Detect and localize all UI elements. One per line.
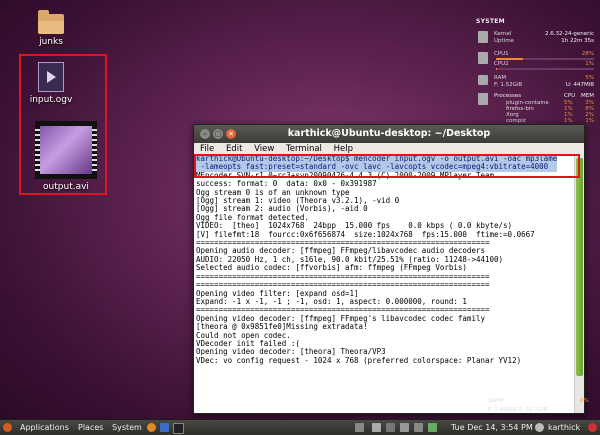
swap-label: SWAP xyxy=(488,398,504,404)
ram-label: RAM xyxy=(494,75,507,81)
cpu2-bar xyxy=(496,68,594,70)
system-menu[interactable]: System xyxy=(112,420,142,435)
desktop-icon-junks[interactable]: junks xyxy=(16,10,86,47)
ram-free: F: 1.52GiB xyxy=(494,82,523,88)
cpu1-label: CPU1 xyxy=(494,51,509,57)
pencil-icon[interactable] xyxy=(355,423,364,432)
ram-used: U: 447MiB xyxy=(565,82,594,88)
scrollbar-thumb[interactable] xyxy=(576,158,583,376)
clock[interactable]: Tue Dec 14, 3:54 PM xyxy=(451,420,533,435)
cpu1-value: 28% xyxy=(581,51,594,57)
desktop-icon-label: output.avi xyxy=(43,182,89,192)
terminal-title: karthick@Ubuntu-desktop: ~/Desktop xyxy=(287,128,491,139)
volume-icon[interactable] xyxy=(414,423,423,432)
power-icon[interactable] xyxy=(588,423,597,432)
processes-label: Processes xyxy=(494,93,522,99)
terminal-scrollbar[interactable] xyxy=(574,155,584,413)
disk-usage: F: 7.40GiB U: 31.7GiB xyxy=(488,407,548,413)
terminal-output[interactable]: karthick@Ubuntu-desktop:~/Desktop$ menco… xyxy=(196,155,574,413)
ubuntu-logo-icon[interactable] xyxy=(3,423,12,432)
system-monitor-widget: SYSTEM Kernel 2.6.32-24-generic Uptime 1… xyxy=(476,18,598,124)
kernel-value: 2.6.32-24-generic xyxy=(544,31,594,37)
bottom-panel: Applications Places System Tue Dec 14, 3… xyxy=(0,419,600,435)
desktop-icon-input-ogv[interactable]: input.ogv xyxy=(16,62,86,105)
menu-view[interactable]: View xyxy=(254,144,274,154)
user-icon[interactable] xyxy=(535,423,544,432)
swap-value: 0% xyxy=(580,398,589,404)
mail-icon[interactable] xyxy=(372,423,381,432)
mem-column-header: MEM xyxy=(581,93,594,99)
terminal-titlebar[interactable]: – □ ✕ karthick@Ubuntu-desktop: ~/Desktop xyxy=(194,125,584,143)
places-menu[interactable]: Places xyxy=(78,420,103,435)
video-file-icon xyxy=(38,62,64,92)
terminal-log: MEncoder SVN-r1.0~rc3+svn20090426-4.4.3 … xyxy=(196,170,535,365)
menu-terminal[interactable]: Terminal xyxy=(286,144,322,154)
battery-icon[interactable] xyxy=(428,423,437,432)
cpu2-value: 1% xyxy=(585,61,594,67)
chat-icon[interactable] xyxy=(400,423,409,432)
film-strip-icon xyxy=(35,121,97,179)
uptime-label: Uptime xyxy=(494,38,514,44)
ram-value: 5% xyxy=(585,75,594,81)
menu-edit[interactable]: Edit xyxy=(226,144,242,154)
cpu1-bar xyxy=(496,58,594,60)
highlight-box-command xyxy=(194,154,580,178)
sysmon-title: SYSTEM xyxy=(476,18,505,25)
applications-menu[interactable]: Applications xyxy=(20,420,69,435)
firefox-launcher-icon[interactable] xyxy=(147,423,156,432)
maximize-icon[interactable]: □ xyxy=(213,129,223,139)
user-name[interactable]: karthick xyxy=(548,420,580,435)
cpu2-label: CPU2 xyxy=(494,61,509,67)
kernel-label: Kernel xyxy=(494,31,512,37)
desktop-icon-output-avi[interactable]: output.avi xyxy=(26,121,106,192)
folder-icon xyxy=(38,10,64,34)
network-icon[interactable] xyxy=(386,423,395,432)
help-launcher-icon[interactable] xyxy=(160,423,169,432)
cpu-column-header: CPU xyxy=(564,93,576,99)
desktop-icon-label: junks xyxy=(39,37,63,47)
menu-help[interactable]: Help xyxy=(334,144,353,154)
menu-file[interactable]: File xyxy=(200,144,214,154)
minimize-icon[interactable]: – xyxy=(200,129,210,139)
terminal-launcher-icon[interactable] xyxy=(173,423,184,434)
uptime-value: 1h 22m 35s xyxy=(561,38,594,44)
desktop-icon-label: input.ogv xyxy=(29,95,73,105)
close-icon[interactable]: ✕ xyxy=(226,129,236,139)
